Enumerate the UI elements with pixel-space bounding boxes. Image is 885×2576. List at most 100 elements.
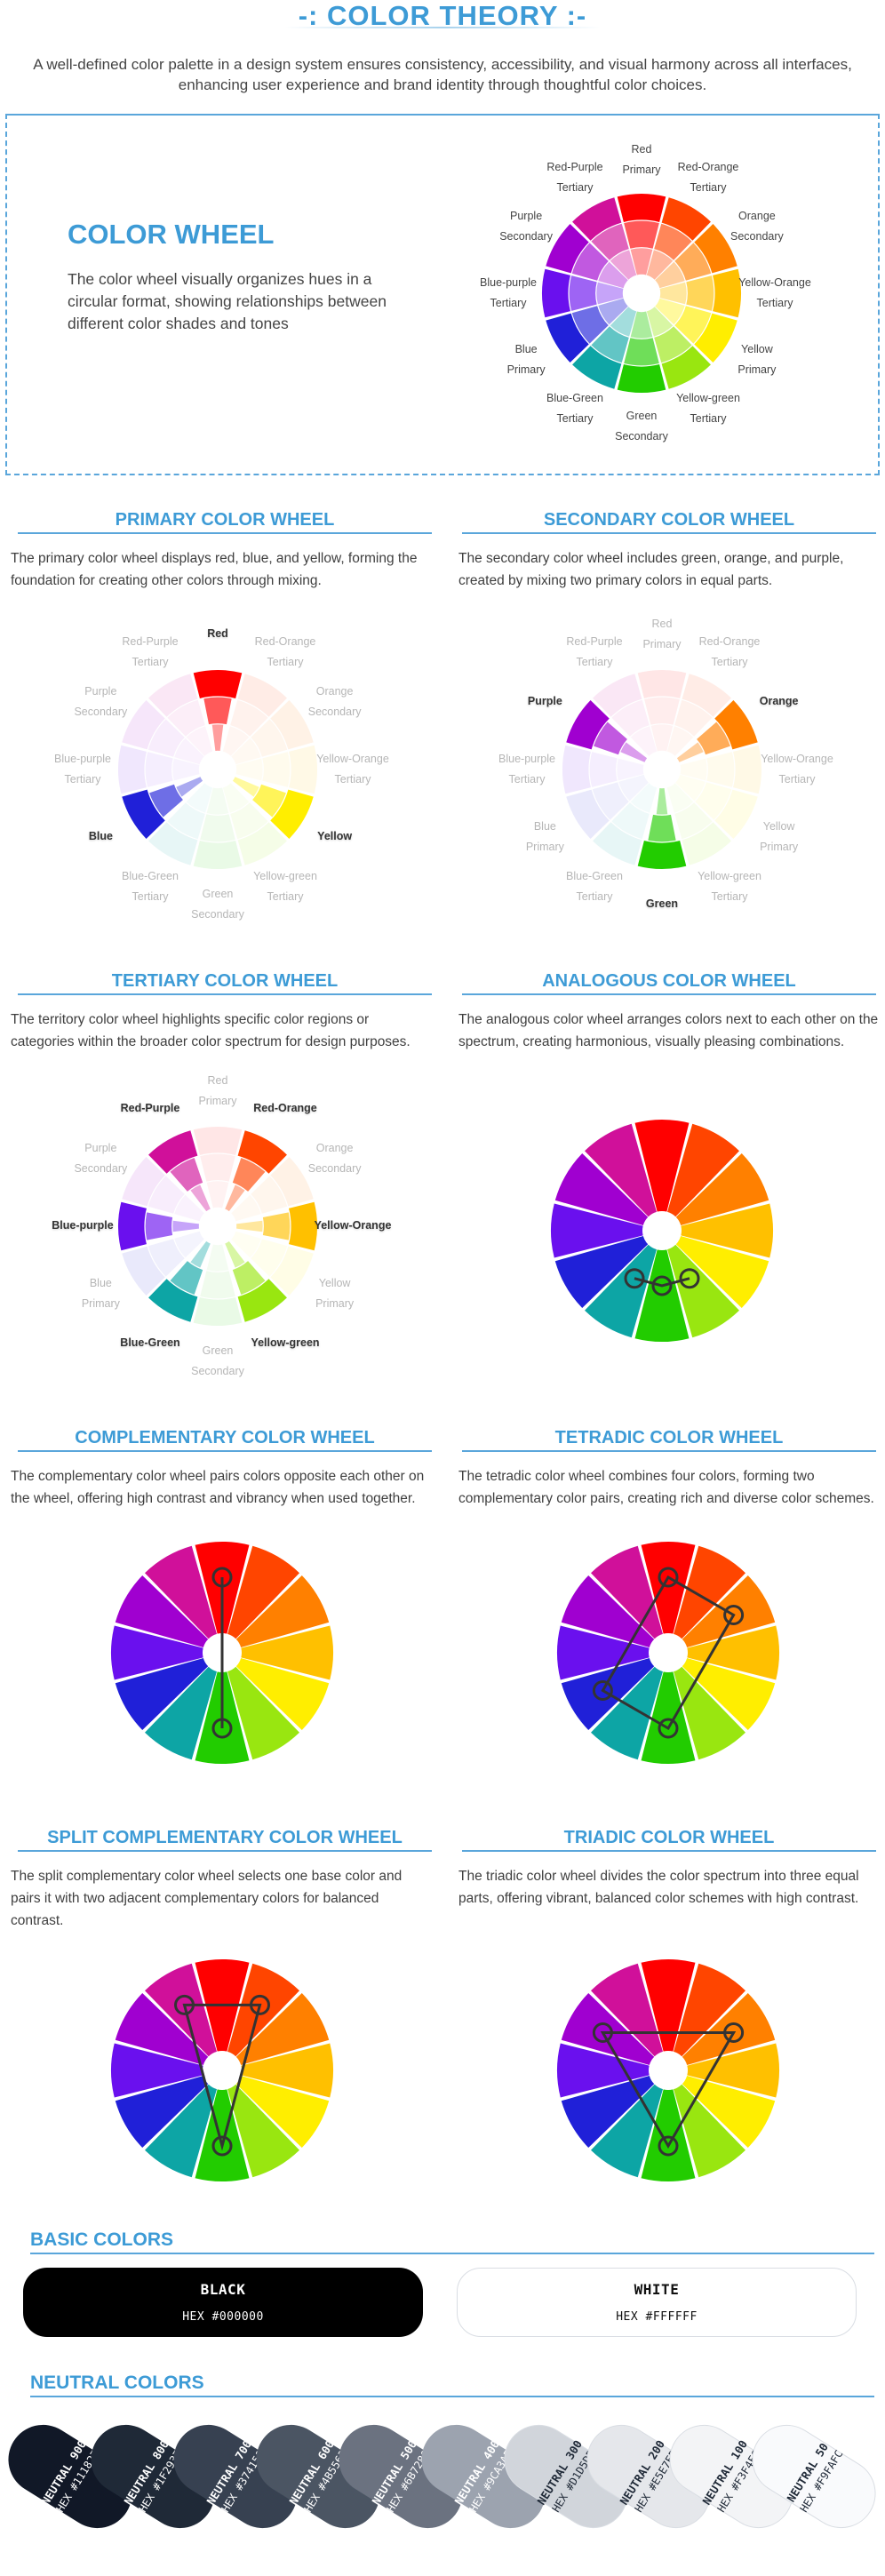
swatch-white: WHITE HEX #FFFFFF: [457, 2268, 857, 2337]
wheel-label-blue-purple: Blue-purple Tertiary: [480, 276, 537, 309]
wheel-label-blue-green: Blue-Green: [120, 1336, 180, 1349]
wheel-segment-green: [637, 841, 687, 869]
swatch-hex: HEX #000000: [182, 2310, 264, 2324]
wheel-label-red-purple: Red-Purple: [120, 1102, 180, 1115]
wheel-label-orange: Orange Secondary: [730, 210, 784, 243]
section-divider: [462, 1450, 876, 1452]
split-complementary-color-wheel: [110, 1959, 334, 2181]
wheel-label-blue: Blue Primary: [525, 820, 564, 853]
section-title-analogous: ANALOGOUS COLOR WHEEL: [542, 971, 796, 991]
wheel-segment-blue-purple: [145, 752, 173, 787]
wheel-segment-red: [211, 724, 224, 751]
wheel-segment-green: [193, 1297, 243, 1326]
wheel-label-orange: Orange Secondary: [307, 685, 362, 718]
wheel-label-purple: Purple Secondary: [74, 685, 128, 718]
tetradic-color-wheel: [557, 1542, 779, 1764]
wheel-label-red-orange: Red-Orange Tertiary: [254, 635, 316, 669]
wheel-segment-green: [656, 788, 668, 815]
section-title-complementary: COMPLEMENTARY COLOR WHEEL: [75, 1428, 375, 1448]
complementary-color-wheel: [110, 1542, 334, 1764]
wheel-segment-red: [624, 220, 659, 249]
wheel-segment-green: [200, 1271, 235, 1299]
wheel-segment-yellow-orange: [262, 1212, 291, 1240]
section-divider: [30, 2396, 874, 2397]
section-description-secondary: The secondary color wheel includes green…: [458, 551, 844, 588]
wheel-segment-yellow-orange: [686, 275, 714, 311]
section-description-analogous: The analogous color wheel arranges color…: [458, 1012, 879, 1049]
wheel-segment-red: [193, 670, 243, 698]
page-intro: A well-defined color palette in a design…: [33, 56, 852, 93]
section-description-complementary: The complementary color wheel pairs colo…: [11, 1469, 425, 1506]
wheel-segment-yellow-orange: [236, 1220, 263, 1232]
wheel-label-yellow: Yellow Primary: [760, 820, 799, 853]
wheel-label-yellow: Yellow Primary: [738, 343, 777, 376]
wheel-label-red-purple: Red-Purple Tertiary: [122, 635, 179, 669]
wheel-label-blue: Blue: [88, 830, 113, 842]
section-divider: [18, 1850, 432, 1852]
section-divider: [30, 2253, 874, 2254]
section-divider: [462, 993, 876, 995]
wheel-label-blue-green: Blue-Green Tertiary: [122, 869, 179, 903]
section-title-secondary: SECONDARY COLOR WHEEL: [543, 510, 795, 530]
triadic-color-wheel: [557, 1959, 779, 2181]
wheel-label-yellow-orange: Yellow-Orange Tertiary: [316, 753, 389, 786]
wheel-segment-red: [644, 697, 680, 725]
wheel-segment-green: [193, 841, 243, 869]
swatch-hex: HEX #FFFFFF: [616, 2310, 698, 2324]
swatch-name: WHITE: [634, 2281, 680, 2298]
swatch-black: BLACK HEX #000000: [23, 2268, 423, 2337]
wheel-label-blue-purple: Blue-purple Tertiary: [54, 753, 111, 786]
section-title-tetradic: TETRADIC COLOR WHEEL: [554, 1428, 784, 1448]
section-description-primary: The primary color wheel displays red, bl…: [11, 551, 418, 588]
wheel-segment-red: [200, 1153, 235, 1182]
wheel-segment-red: [206, 1181, 229, 1208]
hero-title: COLOR WHEEL: [68, 219, 275, 250]
section-description-tetradic: The tetradic color wheel combines four c…: [458, 1469, 874, 1506]
wheel-label-purple: Purple Secondary: [499, 210, 553, 243]
wheel-segment-red: [193, 1127, 243, 1155]
wheel-label-yellow: Yellow Primary: [315, 1277, 355, 1310]
section-title-split-complementary: SPLIT COMPLEMENTARY COLOR WHEEL: [47, 1828, 403, 1847]
wheel-segment-red: [637, 670, 687, 698]
wheel-segment-green: [200, 814, 235, 842]
section-divider: [18, 993, 432, 995]
basic-colors-title: BASIC COLORS: [30, 2229, 174, 2250]
wheel-segment-green: [206, 1244, 229, 1272]
wheel-segment-yellow-orange: [262, 752, 291, 787]
wheel-segment-blue-purple: [172, 1220, 199, 1232]
wheel-segment-red: [203, 697, 232, 725]
wheel-segment-yellow-orange: [706, 752, 735, 787]
section-description-tertiary: The territory color wheel highlights spe…: [11, 1012, 411, 1049]
wheel-label-blue-green: Blue-Green Tertiary: [546, 391, 603, 425]
wheel-label-yellow-orange: Yellow-Orange Tertiary: [761, 753, 833, 786]
wheel-label-orange: Orange Secondary: [307, 1142, 362, 1175]
section-title-triadic: TRIADIC COLOR WHEEL: [563, 1828, 775, 1847]
wheel-label-purple: Purple Secondary: [74, 1142, 128, 1175]
wheel-label-purple: Purple: [527, 695, 562, 707]
wheel-segment-green: [624, 338, 659, 366]
wheel-label-red-orange: Red-Orange Tertiary: [677, 161, 739, 195]
hero-description: The color wheel visually organizes hues …: [68, 270, 387, 332]
wheel-label-blue: Blue Primary: [81, 1277, 120, 1310]
wheel-label-blue-green: Blue-Green Tertiary: [566, 869, 623, 903]
wheel-segment-blue-purple: [569, 275, 597, 311]
wheel-label-yellow: Yellow: [317, 830, 353, 842]
wheel-label-red-purple: Red-Purple Tertiary: [566, 635, 623, 669]
section-description-split-complementary: The split complementary color wheel sele…: [11, 1869, 403, 1928]
neutral-colors-title: NEUTRAL COLORS: [30, 2373, 204, 2393]
analogous-color-wheel: [551, 1120, 773, 1342]
wheel-label-blue-purple: Blue-purple: [52, 1219, 114, 1232]
section-title-primary: PRIMARY COLOR WHEEL: [115, 510, 335, 530]
section-title-tertiary: TERTIARY COLOR WHEEL: [111, 971, 339, 991]
section-divider: [18, 532, 432, 534]
wheel-label-orange: Orange: [759, 695, 799, 707]
wheel-label-red-orange: Red-Orange: [253, 1102, 317, 1115]
title-underline: [284, 27, 601, 28]
section-divider: [18, 1450, 432, 1452]
wheel-segment-blue-purple: [589, 752, 618, 787]
section-description-triadic: The triadic color wheel divides the colo…: [458, 1869, 859, 1906]
swatch-name: BLACK: [200, 2281, 246, 2298]
section-divider: [462, 1850, 876, 1852]
wheel-label-blue-purple: Blue-purple Tertiary: [498, 753, 555, 786]
wheel-label-red-orange: Red-Orange Tertiary: [698, 635, 761, 669]
